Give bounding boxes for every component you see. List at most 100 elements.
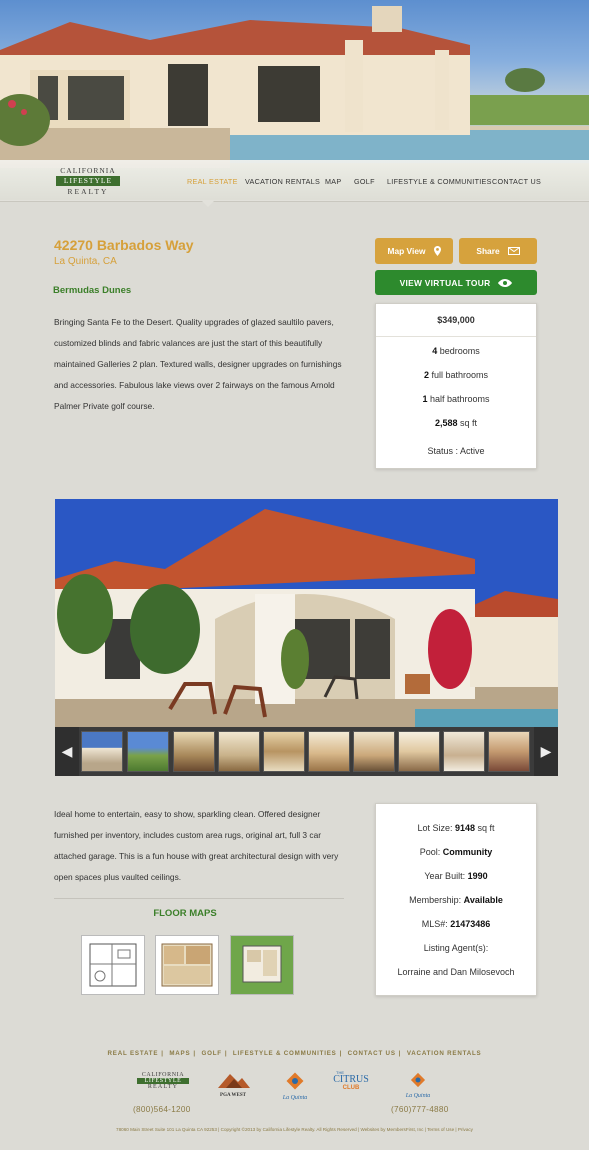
footer-fine-print: 78060 Main Street Suite 101 La Quinta CA… bbox=[116, 1127, 473, 1132]
sqft-value: 2,588 bbox=[434, 418, 458, 428]
pool-label: Pool: bbox=[419, 847, 443, 857]
sqft-row: 2,588 sq ft bbox=[376, 418, 536, 428]
share-label: Share bbox=[476, 246, 500, 256]
photo-gallery: ◀ ▶ bbox=[55, 499, 558, 776]
gallery-thumbnail[interactable] bbox=[398, 731, 440, 772]
site-logo[interactable]: CALIFORNIA LIFESTYLE REALTY bbox=[52, 166, 124, 196]
mls-value: 21473486 bbox=[450, 919, 491, 929]
floor-plan-sketch-2 bbox=[161, 943, 213, 987]
footer-link-lifestyle[interactable]: LIFESTYLE & COMMUNITIES bbox=[233, 1050, 337, 1057]
envelope-icon bbox=[507, 247, 520, 255]
citrus-club-logo[interactable]: THE CITRUS CLUB bbox=[330, 1070, 372, 1091]
pga-west-mountain-icon bbox=[218, 1074, 250, 1088]
gallery-thumbnail[interactable] bbox=[173, 731, 215, 772]
section-divider bbox=[54, 898, 344, 899]
floor-maps-heading: FLOOR MAPS bbox=[153, 908, 217, 919]
listing-agent-name[interactable]: Lorraine and Dan Milosevoch bbox=[376, 967, 536, 977]
membership-label: Membership: bbox=[409, 895, 464, 905]
map-view-button[interactable]: Map View bbox=[375, 238, 453, 264]
property-details-card: Lot Size: 9148 sq ft Pool: Community Yea… bbox=[375, 803, 537, 996]
listing-city: La Quinta, CA bbox=[54, 256, 117, 267]
footer-logo-line-3: REALTY bbox=[147, 1084, 179, 1090]
nav-lifestyle-communities[interactable]: LIFESTYLE & COMMUNITIES bbox=[387, 177, 492, 186]
logo-line-2: LIFESTYLE bbox=[56, 176, 120, 186]
active-nav-indicator bbox=[201, 200, 215, 207]
nav-vacation-rentals[interactable]: VACATION RENTALS bbox=[245, 177, 320, 186]
floor-plan-sketch-3 bbox=[231, 936, 293, 994]
gallery-thumbnail[interactable] bbox=[308, 731, 350, 772]
lot-size-unit: sq ft bbox=[475, 823, 495, 833]
gallery-main-photo[interactable] bbox=[55, 499, 558, 727]
floor-map-thumbnail[interactable] bbox=[81, 935, 145, 995]
sqft-label: sq ft bbox=[457, 418, 478, 428]
virtual-tour-label: VIEW VIRTUAL TOUR bbox=[399, 277, 491, 288]
gallery-next-arrow[interactable]: ▶ bbox=[534, 727, 558, 776]
phone-local[interactable]: (760)777-4880 bbox=[391, 1105, 449, 1114]
footer-link-real-estate[interactable]: REAL ESTATE bbox=[108, 1050, 159, 1057]
nav-contact-us[interactable]: CONTACT US bbox=[492, 177, 541, 186]
la-quinta-cc-emblem-icon bbox=[410, 1072, 426, 1088]
footer-link-maps[interactable]: MAPS bbox=[169, 1050, 190, 1057]
footer-link-contact[interactable]: CONTACT US bbox=[348, 1050, 396, 1057]
listing-price: $349,000 bbox=[437, 315, 475, 325]
nav-map[interactable]: MAP bbox=[325, 177, 341, 186]
phone-toll-free[interactable]: (800)564-1200 bbox=[133, 1105, 191, 1114]
gallery-thumbnail[interactable] bbox=[127, 731, 169, 772]
half-baths-row: 1 half bathrooms bbox=[376, 394, 536, 404]
price-summary-card: $349,000 4 bedrooms 2 full bathrooms 1 h… bbox=[375, 303, 537, 469]
eye-icon bbox=[498, 278, 513, 287]
gallery-thumbnail[interactable] bbox=[353, 731, 395, 772]
mls-row: MLS#: 21473486 bbox=[376, 919, 536, 929]
footer-link-golf[interactable]: GOLF bbox=[201, 1050, 221, 1057]
gallery-thumbnail[interactable] bbox=[488, 731, 530, 772]
membership-value: Available bbox=[463, 895, 503, 905]
la-quinta-resort-logo[interactable]: La Quinta bbox=[278, 1072, 312, 1101]
footer-links: REAL ESTATE | MAPS | GOLF | LIFESTYLE & COM… bbox=[107, 1050, 482, 1057]
bedrooms-label: bedrooms bbox=[437, 346, 480, 356]
half-baths-label: half bathrooms bbox=[427, 394, 490, 404]
lot-size-label: Lot Size: bbox=[417, 823, 455, 833]
house-exterior-photo bbox=[55, 499, 558, 727]
gallery-thumbnail[interactable] bbox=[218, 731, 260, 772]
lot-size-value: 9148 bbox=[454, 823, 476, 833]
year-built-value: 1990 bbox=[467, 871, 488, 881]
la-quinta-emblem-icon bbox=[286, 1072, 304, 1090]
membership-row: Membership: Available bbox=[376, 895, 536, 905]
pga-west-text: PGA WEST bbox=[220, 1093, 246, 1098]
pool-row: Pool: Community bbox=[376, 847, 536, 857]
virtual-tour-button[interactable]: VIEW VIRTUAL TOUR bbox=[375, 270, 537, 295]
gallery-prev-arrow[interactable]: ◀ bbox=[55, 727, 79, 776]
la-quinta-country-club-logo[interactable]: La Quinta bbox=[400, 1072, 436, 1099]
listing-status: Status : Active bbox=[427, 446, 485, 456]
listing-subdivision[interactable]: Bermudas Dunes bbox=[53, 285, 131, 296]
full-baths-label: full bathrooms bbox=[428, 370, 489, 380]
gallery-thumbnail[interactable] bbox=[443, 731, 485, 772]
citrus-club-name: CITRUS bbox=[333, 1074, 369, 1085]
listing-description-extended: Ideal home to entertain, easy to show, s… bbox=[54, 809, 339, 882]
map-pin-icon bbox=[433, 246, 441, 256]
floor-plan-sketch-1 bbox=[89, 943, 137, 987]
floor-map-thumbnail[interactable] bbox=[155, 935, 219, 995]
footer-logo[interactable]: CALIFORNIA LIFESTYLE REALTY bbox=[137, 1072, 189, 1090]
full-baths-row: 2 full bathrooms bbox=[376, 370, 536, 380]
la-quinta-cc-text: La Quinta bbox=[405, 1093, 431, 1099]
year-built-row: Year Built: 1990 bbox=[376, 871, 536, 881]
gallery-thumbnail[interactable] bbox=[81, 731, 123, 772]
lot-size-row: Lot Size: 9148 sq ft bbox=[376, 823, 536, 833]
card-divider bbox=[376, 336, 536, 337]
listing-agent-label: Listing Agent(s): bbox=[423, 943, 489, 953]
share-button[interactable]: Share bbox=[459, 238, 537, 264]
thumbnail-strip: ◀ ▶ bbox=[55, 727, 558, 776]
nav-real-estate[interactable]: REAL ESTATE bbox=[187, 177, 238, 186]
footer-link-vacation[interactable]: VACATION RENTALS bbox=[407, 1050, 482, 1057]
logo-line-3: REALTY bbox=[67, 187, 109, 196]
floor-map-thumbnail[interactable] bbox=[230, 935, 294, 995]
la-quinta-resort-text: La Quinta bbox=[282, 1095, 308, 1101]
bedrooms-row: 4 bedrooms bbox=[376, 346, 536, 356]
logo-line-1: CALIFORNIA bbox=[60, 166, 116, 175]
nav-golf[interactable]: GOLF bbox=[354, 177, 375, 186]
listing-description: Bringing Santa Fe to the Desert. Quality… bbox=[54, 317, 342, 411]
gallery-thumbnail[interactable] bbox=[263, 731, 305, 772]
listing-address: 42270 Barbados Way bbox=[54, 237, 194, 253]
pga-west-logo[interactable]: PGA WEST bbox=[212, 1072, 254, 1098]
